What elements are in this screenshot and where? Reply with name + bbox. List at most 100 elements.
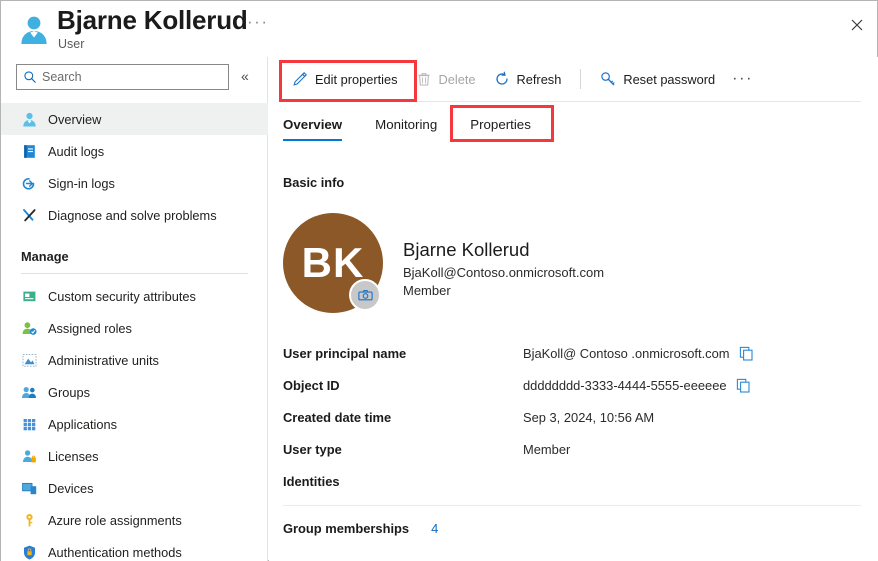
key-icon xyxy=(21,512,38,529)
delete-button[interactable]: Delete xyxy=(407,64,485,94)
property-row-identities: Identities xyxy=(283,465,863,497)
tab-bar: Overview Monitoring Properties xyxy=(283,111,564,141)
wrench-icon xyxy=(21,207,38,224)
sidebar-item-administrative-units[interactable]: Administrative units xyxy=(1,344,268,376)
search-input[interactable] xyxy=(42,70,222,84)
camera-icon xyxy=(357,289,373,300)
toolbar-underline xyxy=(283,101,861,102)
sign-in-icon xyxy=(21,175,38,192)
toolbar-separator xyxy=(580,69,582,89)
tab-monitoring[interactable]: Monitoring xyxy=(375,111,437,141)
sidebar-item-label: Groups xyxy=(48,384,90,400)
page-subtitle: User xyxy=(58,37,85,51)
custom-attributes-icon xyxy=(21,288,38,305)
copy-icon[interactable] xyxy=(736,378,751,393)
shield-icon xyxy=(21,544,38,561)
user-identity-block: BK Bjarne Kollerud BjaKoll@Contoso.onmic… xyxy=(283,213,683,318)
collapse-sidebar-icon[interactable]: « xyxy=(241,68,249,84)
avatar-initials: BK xyxy=(301,239,365,286)
user-icon xyxy=(21,111,38,128)
page-title: Bjarne Kollerud xyxy=(57,5,248,35)
user-display-name: Bjarne Kollerud xyxy=(403,239,530,260)
sidebar-item-custom-security-attributes[interactable]: Custom security attributes xyxy=(1,280,268,312)
toolbar-more-menu[interactable]: ··· xyxy=(724,71,761,87)
sidebar-item-label: Assigned roles xyxy=(48,320,132,336)
refresh-icon xyxy=(494,71,510,87)
delete-label: Delete xyxy=(438,71,476,87)
applications-icon xyxy=(21,416,38,433)
sidebar-item-applications[interactable]: Applications xyxy=(1,408,268,440)
property-row-created-date-time: Created date time Sep 3, 2024, 10:56 AM xyxy=(283,401,863,433)
property-value: Sep 3, 2024, 10:56 AM xyxy=(523,409,655,425)
administrative-units-icon xyxy=(21,352,38,369)
sidebar-search-row: « xyxy=(16,64,261,96)
change-photo-button[interactable] xyxy=(349,279,381,311)
groups-icon xyxy=(21,384,38,401)
command-toolbar: Edit properties Delete Refresh Reset pas… xyxy=(269,57,878,101)
sidebar: « Overview xyxy=(1,57,268,561)
sidebar-section-manage: Manage xyxy=(21,248,69,264)
sidebar-item-label: Applications xyxy=(48,416,118,432)
property-row-user-principal-name: User principal name BjaKoll@ Contoso .on… xyxy=(283,337,863,369)
sidebar-item-groups[interactable]: Groups xyxy=(1,376,268,408)
sidebar-item-label: Azure role assignments xyxy=(48,512,182,528)
sidebar-divider xyxy=(21,273,248,274)
sidebar-item-overview[interactable]: Overview xyxy=(1,103,268,135)
sidebar-item-azure-role-assignments[interactable]: Azure role assignments xyxy=(1,504,268,536)
refresh-button[interactable]: Refresh xyxy=(485,64,571,94)
user-details-blade: Bjarne Kollerud ··· User « xyxy=(0,0,878,561)
tab-overview[interactable]: Overview xyxy=(283,111,343,141)
refresh-label: Refresh xyxy=(516,71,562,87)
close-icon[interactable] xyxy=(841,9,873,41)
sidebar-item-audit-logs[interactable]: Audit logs xyxy=(1,135,268,167)
key-icon xyxy=(600,71,616,87)
sidebar-item-devices[interactable]: Devices xyxy=(1,472,268,504)
sidebar-item-sign-in-logs[interactable]: Sign-in logs xyxy=(1,167,268,199)
group-memberships-divider xyxy=(283,505,861,506)
sidebar-item-label: Devices xyxy=(48,480,94,496)
sidebar-item-label: Diagnose and solve problems xyxy=(48,207,217,223)
audit-log-icon xyxy=(21,143,38,160)
assigned-roles-icon xyxy=(21,320,38,337)
sidebar-nav-list: Overview Audit logs Sign-in logs Diagnos… xyxy=(1,103,268,561)
property-label: User type xyxy=(283,441,342,457)
sidebar-item-label: Overview xyxy=(48,111,102,127)
edit-properties-button[interactable]: Edit properties xyxy=(283,64,407,94)
sidebar-item-authentication-methods[interactable]: Authentication methods xyxy=(1,536,268,561)
user-icon xyxy=(17,13,51,47)
tab-properties[interactable]: Properties xyxy=(470,111,531,141)
sidebar-item-label: Audit logs xyxy=(48,143,105,159)
sidebar-item-diagnose-and-solve-problems[interactable]: Diagnose and solve problems xyxy=(1,199,268,231)
user-type-short: Member xyxy=(403,283,451,298)
property-value: Member xyxy=(523,441,571,457)
sidebar-item-label: Custom security attributes xyxy=(48,288,196,304)
property-label: Created date time xyxy=(283,409,392,425)
reset-password-label: Reset password xyxy=(623,71,716,87)
trash-icon xyxy=(416,71,432,87)
search-input-wrapper[interactable] xyxy=(16,64,229,90)
header-more-menu[interactable]: ··· xyxy=(247,13,268,31)
group-memberships-row: Group memberships 4 xyxy=(283,521,438,536)
sidebar-item-label: Licenses xyxy=(48,448,99,464)
reset-password-button[interactable]: Reset password xyxy=(591,64,724,94)
property-list: User principal name BjaKoll@ Contoso .on… xyxy=(283,337,863,497)
basic-info-heading: Basic info xyxy=(283,175,345,190)
property-label: Object ID xyxy=(283,377,340,393)
sidebar-item-assigned-roles[interactable]: Assigned roles xyxy=(1,312,268,344)
property-row-object-id: Object ID dddddddd-3333-4444-5555-eeeeee xyxy=(283,369,863,401)
devices-icon xyxy=(21,480,38,497)
main-content: Edit properties Delete Refresh Reset pas… xyxy=(269,57,878,561)
property-label: User principal name xyxy=(283,345,407,361)
user-upn-short: BjaKoll@Contoso.onmicrosoft.com xyxy=(403,265,605,280)
sidebar-item-licenses[interactable]: Licenses xyxy=(1,440,268,472)
search-icon xyxy=(23,70,37,84)
group-memberships-count-link[interactable]: 4 xyxy=(431,521,438,536)
pencil-icon xyxy=(292,71,308,87)
property-value: dddddddd-3333-4444-5555-eeeeee xyxy=(523,377,727,393)
copy-icon[interactable] xyxy=(739,346,754,361)
blade-header: Bjarne Kollerud ··· User xyxy=(1,1,878,57)
edit-properties-label: Edit properties xyxy=(315,71,398,87)
property-value: BjaKoll@ Contoso .onmicrosoft.com xyxy=(523,345,730,361)
sidebar-item-label: Sign-in logs xyxy=(48,175,115,191)
licenses-icon xyxy=(21,448,38,465)
